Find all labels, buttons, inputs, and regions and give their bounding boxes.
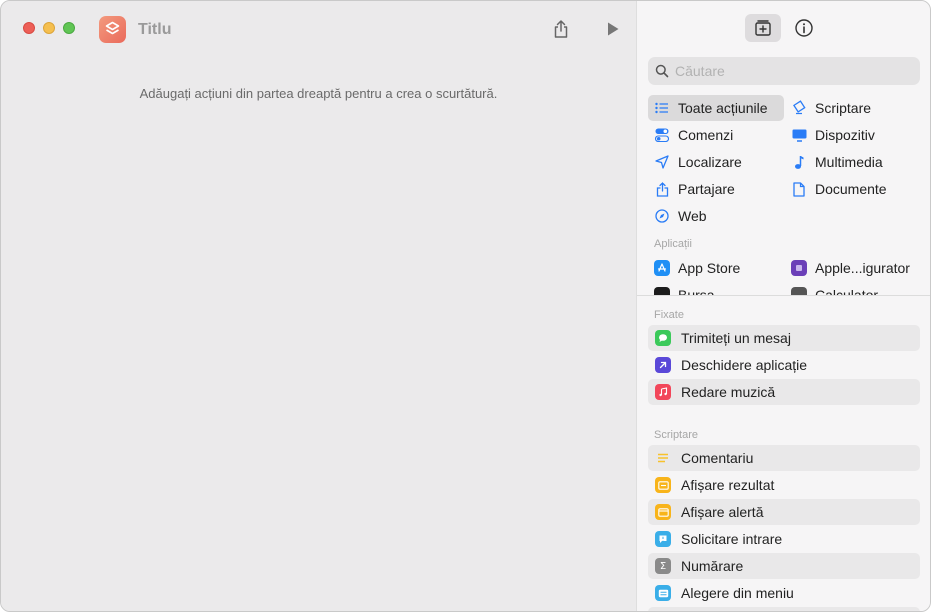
library-button[interactable] <box>745 14 781 42</box>
category-label: Multimedia <box>815 154 883 170</box>
category-scripting[interactable]: Scriptare <box>785 95 921 121</box>
category-label: Localizare <box>678 154 742 170</box>
menu-icon <box>655 585 671 601</box>
info-button[interactable] <box>786 14 822 42</box>
app-label: Bursa <box>678 287 715 295</box>
scripting-icon <box>791 100 807 116</box>
shortcuts-app-icon[interactable] <box>99 16 126 43</box>
app-label: App Store <box>678 260 741 276</box>
category-label: Dispozitiv <box>815 127 875 143</box>
shortcut-title[interactable]: Titlu <box>138 21 171 39</box>
toggle-icon <box>654 127 670 143</box>
action-comment[interactable]: Comentariu <box>648 445 920 471</box>
share-button[interactable] <box>549 17 573 41</box>
category-label: Web <box>678 208 707 224</box>
category-controls[interactable]: Comenzi <box>648 122 784 148</box>
action-list: Fixate Trimiteți un mesaj Deschidere apl… <box>637 296 930 611</box>
action-label: Numărare <box>681 558 744 574</box>
stocks-icon <box>654 287 670 295</box>
action-ask-for-input[interactable]: Solicitare intrare <box>648 526 920 552</box>
action-label: Solicitare intrare <box>681 531 783 547</box>
app-stocks[interactable]: Bursa <box>648 282 784 295</box>
scripting-section-label: Scriptare <box>654 429 699 441</box>
category-location[interactable]: Localizare <box>648 149 784 175</box>
location-icon <box>654 154 670 170</box>
action-label: Afișare rezultat <box>681 477 775 493</box>
action-label: Comentariu <box>681 450 754 466</box>
app-apple-configurator[interactable]: Apple...igurator <box>785 255 924 281</box>
category-web[interactable]: Web <box>648 203 784 229</box>
app-label: Calculator <box>815 287 879 295</box>
sigma-icon: Σ <box>655 558 671 574</box>
action-open-app[interactable]: Deschidere aplicație <box>648 352 920 378</box>
action-library-icon <box>755 20 771 36</box>
search-icon <box>655 64 669 78</box>
sidebar-toolbar <box>637 14 930 44</box>
category-sharing[interactable]: Partajare <box>648 176 784 202</box>
search-input[interactable] <box>675 63 905 79</box>
action-search-field[interactable] <box>648 57 920 85</box>
action-label: Redare muzică <box>681 384 776 400</box>
run-button[interactable] <box>601 17 625 41</box>
action-label: Alegere din meniu <box>681 585 794 601</box>
open-app-icon <box>655 357 671 373</box>
action-label: Deschidere aplicație <box>681 357 808 373</box>
category-device[interactable]: Dispozitiv <box>785 122 921 148</box>
display-icon <box>791 127 807 143</box>
ask-input-icon <box>655 531 671 547</box>
category-documents[interactable]: Documente <box>785 176 921 202</box>
action-label: Afișare alertă <box>681 504 764 520</box>
action-show-result[interactable]: Afișare rezultat <box>648 472 920 498</box>
category-label: Comenzi <box>678 127 734 143</box>
compass-icon <box>654 208 670 224</box>
music-note-icon <box>791 154 807 170</box>
editor-pane: Titlu Adăugați acțiuni din partea dreapt… <box>1 1 636 611</box>
calculator-icon <box>791 287 807 295</box>
info-icon <box>795 19 813 37</box>
category-media[interactable]: Multimedia <box>785 149 921 175</box>
share-icon <box>654 181 670 197</box>
action-count[interactable]: Σ Numărare <box>648 553 920 579</box>
share-icon <box>554 20 568 38</box>
messages-icon <box>655 330 671 346</box>
action-show-alert[interactable]: Afișare alertă <box>648 499 920 525</box>
play-icon <box>608 22 619 36</box>
action-choose-from-menu[interactable]: Alegere din meniu <box>648 580 920 606</box>
action-library-sidebar: Toate acțiunile Scriptare Comenzi Dispoz <box>636 1 930 611</box>
category-label: Toate acțiunile <box>678 100 768 116</box>
show-result-icon <box>655 477 671 493</box>
zoom-button[interactable] <box>63 22 75 34</box>
app-app-store[interactable]: App Store <box>648 255 784 281</box>
empty-editor-message: Adăugați acțiuni din partea dreaptă pent… <box>139 86 498 101</box>
app-label: Apple...igurator <box>815 260 910 276</box>
music-icon <box>655 384 671 400</box>
category-label: Documente <box>815 181 887 197</box>
app-calculator[interactable]: Calculator <box>785 282 921 295</box>
category-all-actions[interactable]: Toate acțiunile <box>648 95 784 121</box>
minimize-button[interactable] <box>43 22 55 34</box>
action-send-message[interactable]: Trimiteți un mesaj <box>648 325 920 351</box>
close-button[interactable] <box>23 22 35 34</box>
pinned-section-label: Fixate <box>654 309 684 321</box>
document-icon <box>791 181 807 197</box>
category-label: Scriptare <box>815 100 872 116</box>
action-play-music[interactable]: Redare muzică <box>648 379 920 405</box>
alert-icon <box>655 504 671 520</box>
category-list: Toate acțiunile Scriptare Comenzi Dispoz <box>648 95 924 295</box>
action-next-partial[interactable] <box>648 607 920 611</box>
window-controls <box>23 22 75 34</box>
list-icon <box>654 100 670 116</box>
shortcut-editor-window: Titlu Adăugați acțiuni din partea dreapt… <box>0 0 931 612</box>
configurator-icon <box>791 260 807 276</box>
apps-section-label: Aplicații <box>654 238 692 250</box>
action-label: Trimiteți un mesaj <box>681 330 791 346</box>
comment-icon <box>655 450 671 466</box>
app-store-icon <box>654 260 670 276</box>
category-label: Partajare <box>678 181 735 197</box>
shortcuts-layers-icon <box>105 21 120 35</box>
